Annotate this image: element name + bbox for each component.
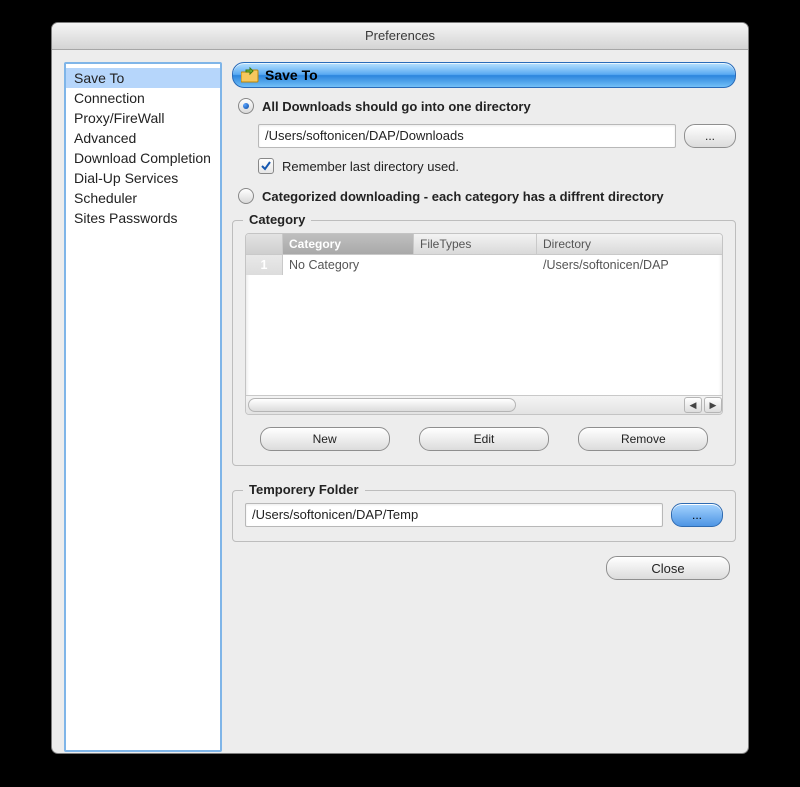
radio-all-label: All Downloads should go into one directo… [262,99,531,114]
radio-categorized-label: Categorized downloading - each category … [262,189,664,204]
remember-row[interactable]: Remember last directory used. [258,158,736,174]
sidebar-item-download-completion[interactable]: Download Completion [66,148,220,168]
scroll-right-icon[interactable]: ▶ [704,397,722,413]
scrollbar-thumb[interactable] [248,398,516,412]
category-buttons: New Edit Remove [245,427,723,451]
download-path-field[interactable]: /Users/softonicen/DAP/Downloads [258,124,676,148]
table-row[interactable]: 1 No Category /Users/softonicen/DAP [246,255,722,275]
temp-path-field[interactable]: /Users/softonicen/DAP/Temp [245,503,663,527]
cell-category: No Category [283,255,414,275]
col-category[interactable]: Category [283,234,414,254]
category-table: Category FileTypes Directory 1 No Catego… [245,233,723,415]
category-sidebar: Save To Connection Proxy/FireWall Advanc… [64,62,222,752]
remember-label: Remember last directory used. [282,159,459,174]
window-body: Save To Connection Proxy/FireWall Advanc… [52,50,748,754]
temp-folder-legend: Temporery Folder [243,482,365,497]
radio-all-downloads[interactable] [238,98,254,114]
scrollbar-track[interactable] [248,398,680,412]
col-directory[interactable]: Directory [537,234,722,254]
col-rownum [246,234,283,254]
sidebar-item-advanced[interactable]: Advanced [66,128,220,148]
browse-download-path-button[interactable]: ... [684,124,736,148]
sidebar-item-proxy-firewall[interactable]: Proxy/FireWall [66,108,220,128]
temp-folder-fieldset: Temporery Folder /Users/softonicen/DAP/T… [232,490,736,542]
category-legend: Category [243,212,311,227]
radio-row-all[interactable]: All Downloads should go into one directo… [238,98,736,114]
section-header-save-to: Save To [232,62,736,88]
remember-checkbox[interactable] [258,158,274,174]
radio-row-categorized[interactable]: Categorized downloading - each category … [238,188,736,204]
sidebar-item-connection[interactable]: Connection [66,88,220,108]
col-filetypes[interactable]: FileTypes [414,234,537,254]
scroll-left-icon[interactable]: ◀ [684,397,702,413]
category-table-body: 1 No Category /Users/softonicen/DAP [246,255,722,395]
sidebar-item-scheduler[interactable]: Scheduler [66,188,220,208]
browse-temp-path-button[interactable]: ... [671,503,723,527]
category-fieldset: Category Category FileTypes Directory 1 … [232,220,736,466]
close-button[interactable]: Close [606,556,730,580]
edit-category-button[interactable]: Edit [419,427,549,451]
temp-path-row: /Users/softonicen/DAP/Temp ... [245,503,723,527]
new-category-button[interactable]: New [260,427,390,451]
settings-pane: Save To All Downloads should go into one… [232,62,736,752]
horizontal-scrollbar[interactable]: ◀ ▶ [246,395,722,414]
cell-directory: /Users/softonicen/DAP [537,255,722,275]
sidebar-item-save-to[interactable]: Save To [66,68,220,88]
sidebar-item-dial-up[interactable]: Dial-Up Services [66,168,220,188]
sidebar-item-sites-passwords[interactable]: Sites Passwords [66,208,220,228]
window-title: Preferences [52,23,748,50]
preferences-window: Preferences Save To Connection Proxy/Fir… [51,22,749,754]
folder-save-icon [241,67,259,83]
section-title: Save To [265,67,318,83]
footer: Close [232,552,736,580]
download-path-row: /Users/softonicen/DAP/Downloads ... [258,124,736,148]
category-table-header: Category FileTypes Directory [246,234,722,255]
cell-filetypes [414,255,537,275]
cell-rownum: 1 [246,255,283,275]
remove-category-button[interactable]: Remove [578,427,708,451]
radio-categorized[interactable] [238,188,254,204]
